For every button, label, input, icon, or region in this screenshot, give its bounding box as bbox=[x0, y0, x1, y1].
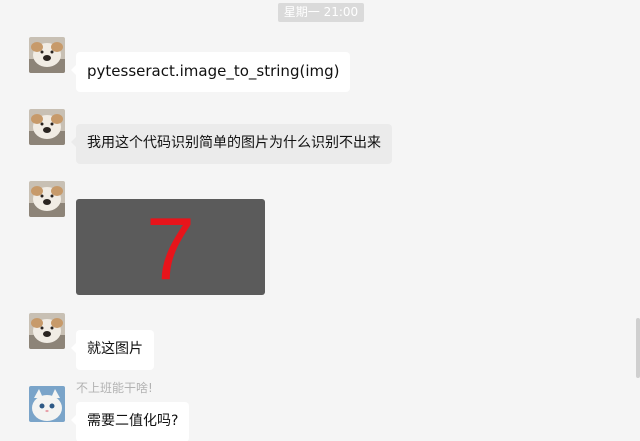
sender-name: 不上班能干啥! bbox=[76, 381, 153, 395]
image-message[interactable]: 7 bbox=[76, 199, 265, 295]
scrollbar[interactable] bbox=[636, 318, 640, 378]
message-text: 需要二值化吗? bbox=[87, 413, 179, 429]
dog-avatar-icon[interactable] bbox=[29, 181, 65, 217]
message-timestamp: 星期一 21:00 bbox=[278, 3, 364, 22]
chat-panel: 星期一 21:00 pytesseract.image_to_string(im… bbox=[0, 0, 640, 441]
message-bubble[interactable]: 需要二值化吗? bbox=[70, 402, 190, 441]
message-text: pytesseract.image_to_string(img) bbox=[87, 62, 340, 80]
message-bubble[interactable]: 就这图片 bbox=[71, 330, 154, 370]
image-digit: 7 bbox=[146, 199, 195, 295]
message-text: 我用这个代码识别简单的图片为什么识别不出来 bbox=[87, 135, 381, 151]
message-bubble[interactable]: 我用这个代码识别简单的图片为什么识别不出来 bbox=[71, 124, 392, 164]
dog-avatar-icon[interactable] bbox=[29, 109, 65, 145]
message-text: 就这图片 bbox=[87, 341, 143, 357]
dog-avatar-icon[interactable] bbox=[29, 313, 65, 349]
message-bubble[interactable]: pytesseract.image_to_string(img) bbox=[70, 52, 351, 92]
dog-avatar-icon[interactable] bbox=[29, 37, 65, 73]
cat-avatar-icon[interactable] bbox=[29, 386, 65, 422]
